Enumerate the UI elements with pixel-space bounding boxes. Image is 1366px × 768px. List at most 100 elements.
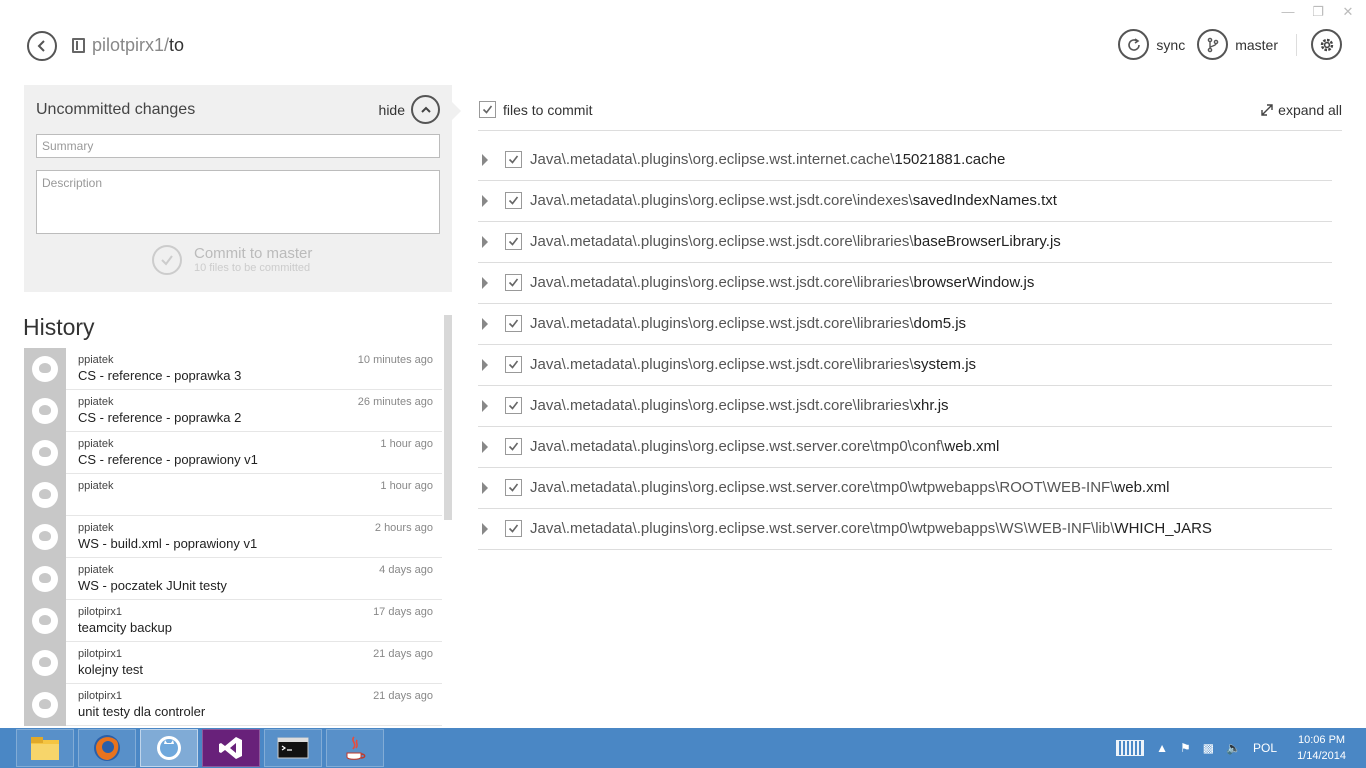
clock[interactable]: 10:06 PM 1/14/2014 <box>1297 732 1346 764</box>
expand-arrow-icon[interactable] <box>482 359 488 371</box>
github-button[interactable] <box>140 729 198 767</box>
branch-button[interactable]: master <box>1197 29 1278 60</box>
file-name: WHICH_JARS <box>1114 520 1212 537</box>
history-message: teamcity backup <box>78 620 172 635</box>
taskbar: ▲ ⚑ ▩ 🔈 POL 10:06 PM 1/14/2014 <box>0 728 1366 768</box>
history-author: ppiatek <box>78 522 114 534</box>
select-all-checkbox[interactable] <box>479 101 496 118</box>
octocat-icon <box>32 566 58 592</box>
file-row[interactable]: Java\.metadata\.plugins\org.eclipse.wst.… <box>478 427 1332 468</box>
octocat-icon <box>32 608 58 634</box>
avatar <box>24 558 66 600</box>
file-checkbox[interactable] <box>505 438 522 455</box>
language-indicator[interactable]: POL <box>1253 741 1277 755</box>
visual-studio-button[interactable] <box>202 729 260 767</box>
history-item[interactable]: ppiatek WS - poczatek JUnit testy 4 days a… <box>24 558 442 600</box>
flag-icon[interactable]: ⚑ <box>1180 741 1191 755</box>
avatar <box>24 684 66 726</box>
expand-arrow-icon[interactable] <box>482 236 488 248</box>
close-icon[interactable]: ✕ <box>1338 4 1358 20</box>
firefox-button[interactable] <box>78 729 136 767</box>
summary-input[interactable] <box>36 134 440 158</box>
history-item[interactable]: ppiatek CS - reference - poprawiony v1 1 h… <box>24 432 442 474</box>
minimize-icon[interactable]: — <box>1278 4 1298 20</box>
file-name: web.xml <box>944 438 1000 455</box>
history-item[interactable]: pilotpirx1 unit testy dla controler 21 day… <box>24 684 442 726</box>
history-item[interactable]: ppiatek CS - reference - poprawka 2 26 min… <box>24 390 442 432</box>
history-item[interactable]: pilotpirx1 kolejny test 21 days ago <box>24 642 442 684</box>
expand-arrow-icon[interactable] <box>482 277 488 289</box>
history-message: CS - reference - poprawiony v1 <box>78 452 258 467</box>
file-explorer-button[interactable] <box>16 729 74 767</box>
octocat-icon <box>32 398 58 424</box>
octocat-icon <box>32 650 58 676</box>
file-path: Java\.metadata\.plugins\org.eclipse.wst.… <box>530 479 1169 496</box>
file-row[interactable]: Java\.metadata\.plugins\org.eclipse.wst.… <box>478 304 1332 345</box>
file-row[interactable]: Java\.metadata\.plugins\org.eclipse.wst.… <box>478 345 1332 386</box>
file-row[interactable]: Java\.metadata\.plugins\org.eclipse.wst.… <box>478 386 1332 427</box>
file-checkbox[interactable] <box>505 233 522 250</box>
repo-name: to <box>169 35 185 55</box>
file-row[interactable]: Java\.metadata\.plugins\org.eclipse.wst.… <box>478 468 1332 509</box>
history-item[interactable]: ppiatek CS - reference - poprawka 3 10 min… <box>24 348 442 390</box>
top-actions: sync master <box>1106 29 1342 60</box>
expand-arrow-icon[interactable] <box>482 482 488 494</box>
commit-button[interactable]: Commit to master 10 files to be committe… <box>152 245 312 275</box>
expand-arrow-icon[interactable] <box>482 195 488 207</box>
history-time: 1 hour ago <box>380 480 433 492</box>
volume-icon[interactable]: 🔈 <box>1226 741 1241 755</box>
file-row[interactable]: Java\.metadata\.plugins\org.eclipse.wst.… <box>478 263 1332 304</box>
file-name: savedIndexNames.txt <box>912 192 1057 209</box>
file-checkbox[interactable] <box>505 192 522 209</box>
settings-button[interactable] <box>1311 29 1342 60</box>
file-checkbox[interactable] <box>505 315 522 332</box>
chevron-up-icon[interactable]: ▲ <box>1156 741 1168 755</box>
restore-icon[interactable]: ❐ <box>1308 4 1328 20</box>
history-scrollbar[interactable] <box>444 315 452 520</box>
java-button[interactable] <box>326 729 384 767</box>
back-button[interactable] <box>27 31 57 61</box>
sync-label: sync <box>1156 36 1186 53</box>
terminal-button[interactable] <box>264 729 322 767</box>
sync-button[interactable]: sync <box>1118 29 1185 60</box>
commit-text: Commit to master 10 files to be committe… <box>194 245 312 275</box>
file-checkbox[interactable] <box>505 520 522 537</box>
file-row[interactable]: Java\.metadata\.plugins\org.eclipse.wst.… <box>478 181 1332 222</box>
hide-button[interactable]: hide <box>379 95 440 124</box>
file-checkbox[interactable] <box>505 274 522 291</box>
uncommitted-title: Uncommitted changes <box>36 101 196 118</box>
expand-all-button[interactable]: expand all <box>1261 102 1342 118</box>
history-item[interactable]: ppiatek 1 hour ago <box>24 474 442 516</box>
history-item[interactable]: ppiatek WS - build.xml - poprawiony v1 2 h… <box>24 516 442 558</box>
history-message: WS - build.xml - poprawiony v1 <box>78 536 258 551</box>
file-path: Java\.metadata\.plugins\org.eclipse.wst.… <box>530 438 999 455</box>
expand-arrow-icon[interactable] <box>482 154 488 166</box>
expand-arrow-icon[interactable] <box>482 400 488 412</box>
file-row[interactable]: Java\.metadata\.plugins\org.eclipse.wst.… <box>478 509 1332 550</box>
arrow-left-icon <box>37 40 45 52</box>
window-controls: — ❐ ✕ <box>1278 4 1358 20</box>
file-dir: Java\.metadata\.plugins\org.eclipse.wst.… <box>530 315 914 332</box>
history-item[interactable]: pilotpirx1 teamcity backup 17 days ago <box>24 600 442 642</box>
file-dir: Java\.metadata\.plugins\org.eclipse.wst.… <box>530 397 914 414</box>
system-tray: ▲ ⚑ ▩ 🔈 POL 10:06 PM 1/14/2014 <box>1110 728 1366 768</box>
folder-icon <box>31 737 59 760</box>
file-checkbox[interactable] <box>505 151 522 168</box>
expand-arrow-icon[interactable] <box>482 523 488 535</box>
expand-arrow-icon[interactable] <box>482 441 488 453</box>
repo-owner[interactable]: pilotpirx1/ <box>92 35 169 55</box>
file-row[interactable]: Java\.metadata\.plugins\org.eclipse.wst.… <box>478 140 1332 181</box>
expand-arrow-icon[interactable] <box>482 318 488 330</box>
network-icon[interactable]: ▩ <box>1203 741 1214 755</box>
java-icon <box>346 736 366 760</box>
history-author: pilotpirx1 <box>78 606 123 618</box>
uncommitted-panel: Uncommitted changes hide Commit to maste… <box>24 85 461 292</box>
file-checkbox[interactable] <box>505 479 522 496</box>
file-dir: Java\.metadata\.plugins\org.eclipse.wst.… <box>530 479 1115 496</box>
file-checkbox[interactable] <box>505 356 522 373</box>
file-row[interactable]: Java\.metadata\.plugins\org.eclipse.wst.… <box>478 222 1332 263</box>
keyboard-icon[interactable] <box>1116 740 1145 756</box>
description-input[interactable] <box>36 170 440 234</box>
avatar <box>24 642 66 684</box>
file-checkbox[interactable] <box>505 397 522 414</box>
